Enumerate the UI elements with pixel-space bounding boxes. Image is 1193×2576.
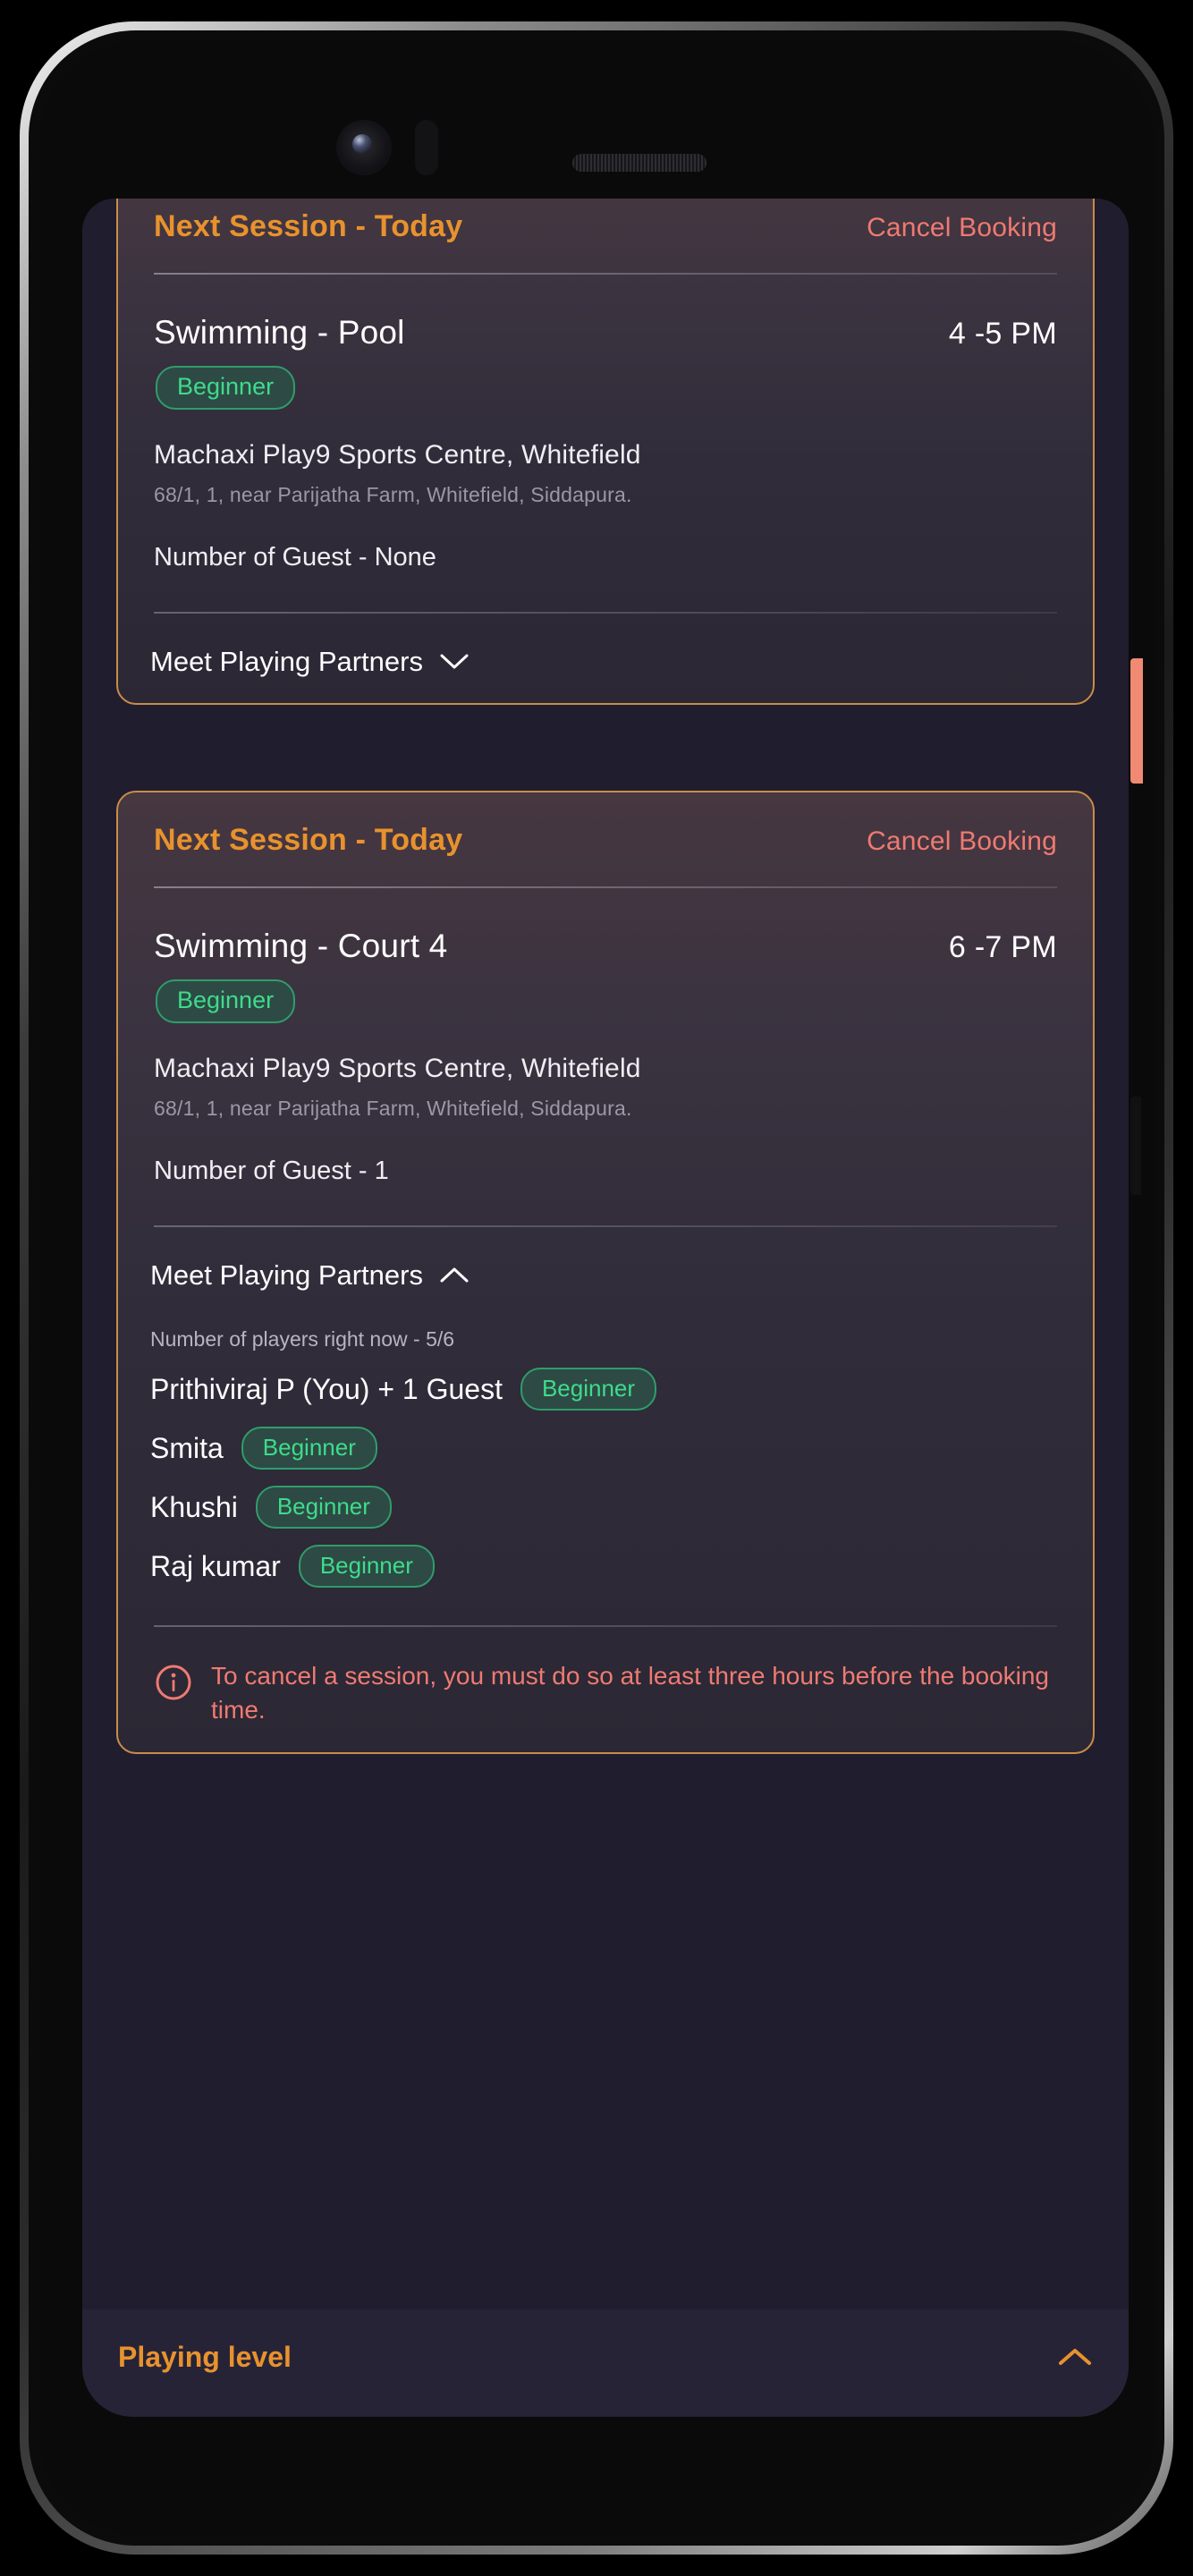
venue-address: 68/1, 1, near Parijatha Farm, Whitefield… [154, 1097, 632, 1120]
meet-playing-partners-label: Meet Playing Partners [150, 646, 423, 677]
session-title-row: Swimming - Pool 4 -5 PM [118, 275, 1093, 352]
player-name: Prithiviraj P (You) + 1 Guest [150, 1372, 503, 1405]
chevron-down-icon[interactable] [439, 652, 470, 672]
player-list-item[interactable]: Prithiviraj P (You) + 1 Guest Beginner [118, 1352, 1093, 1411]
venue-name: Machaxi Play9 Sports Centre, Whitefield [154, 440, 641, 470]
info-icon [154, 1663, 193, 1707]
session-title-row: Swimming - Court 4 6 -7 PM [118, 888, 1093, 965]
session-time: 4 -5 PM [948, 317, 1057, 351]
proximity-sensor-icon [415, 120, 438, 175]
session-card[interactable]: Next Session - Today Cancel Booking Swim… [116, 199, 1095, 705]
session-time: 6 -7 PM [948, 930, 1057, 964]
player-list-item[interactable]: Raj kumar Beginner [118, 1529, 1093, 1588]
session-card-header: Next Session - Today Cancel Booking [118, 792, 1093, 858]
phone-bezel: Next Session - Today Cancel Booking Swim… [29, 30, 1164, 2546]
player-list-item[interactable]: Khushi Beginner [118, 1470, 1093, 1529]
cancellation-notice: To cancel a session, you must do so at l… [118, 1627, 1093, 1727]
playing-level-label: Playing level [118, 2340, 292, 2373]
phone-device-frame: Next Session - Today Cancel Booking Swim… [20, 21, 1173, 2555]
player-name: Raj kumar [150, 1549, 281, 1582]
front-camera-icon [336, 120, 392, 175]
player-level-badge: Beginner [241, 1427, 377, 1470]
app-screen: Next Session - Today Cancel Booking Swim… [82, 199, 1129, 2417]
sessions-scroll-list[interactable]: Next Session - Today Cancel Booking Swim… [82, 199, 1129, 1933]
guest-count: Number of Guest - None [154, 543, 436, 572]
players-count-label: Number of players right now - 5/6 [150, 1327, 455, 1351]
level-badge: Beginner [156, 979, 296, 1023]
venue-name: Machaxi Play9 Sports Centre, Whitefield [154, 1054, 641, 1083]
chevron-up-icon[interactable] [439, 1266, 470, 1285]
meet-playing-partners-toggle[interactable]: Meet Playing Partners [118, 1227, 1093, 1292]
meet-playing-partners-label: Meet Playing Partners [150, 1259, 423, 1291]
playing-level-bar[interactable]: Playing level [82, 2309, 1129, 2417]
player-level-badge: Beginner [520, 1368, 657, 1411]
session-title: Swimming - Court 4 [154, 928, 448, 964]
session-title: Swimming - Pool [154, 314, 405, 351]
session-header-label: Next Session - Today [154, 209, 463, 243]
phone-volume-button[interactable] [1130, 1097, 1141, 1195]
player-list-item[interactable]: Smita Beginner [118, 1411, 1093, 1470]
session-header-label: Next Session - Today [154, 823, 463, 857]
session-card[interactable]: Next Session - Today Cancel Booking Swim… [116, 791, 1095, 1754]
earpiece-speaker-icon [572, 154, 706, 172]
phone-side-button[interactable] [1130, 658, 1143, 784]
meet-playing-partners-toggle[interactable]: Meet Playing Partners [118, 614, 1093, 678]
level-badge: Beginner [156, 366, 296, 410]
cancel-booking-link[interactable]: Cancel Booking [867, 826, 1057, 857]
cancellation-notice-text: To cancel a session, you must do so at l… [211, 1662, 1050, 1724]
player-name: Smita [150, 1431, 224, 1464]
player-level-badge: Beginner [298, 1545, 435, 1588]
chevron-up-icon[interactable] [1057, 2345, 1093, 2368]
phone-screen-area: Next Session - Today Cancel Booking Swim… [39, 41, 1154, 2535]
venue-address: 68/1, 1, near Parijatha Farm, Whitefield… [154, 483, 632, 506]
guest-count: Number of Guest - 1 [154, 1157, 389, 1185]
player-name: Khushi [150, 1490, 238, 1523]
session-card-header: Next Session - Today Cancel Booking [118, 199, 1093, 244]
player-level-badge: Beginner [255, 1486, 392, 1529]
cancel-booking-link[interactable]: Cancel Booking [867, 213, 1057, 243]
